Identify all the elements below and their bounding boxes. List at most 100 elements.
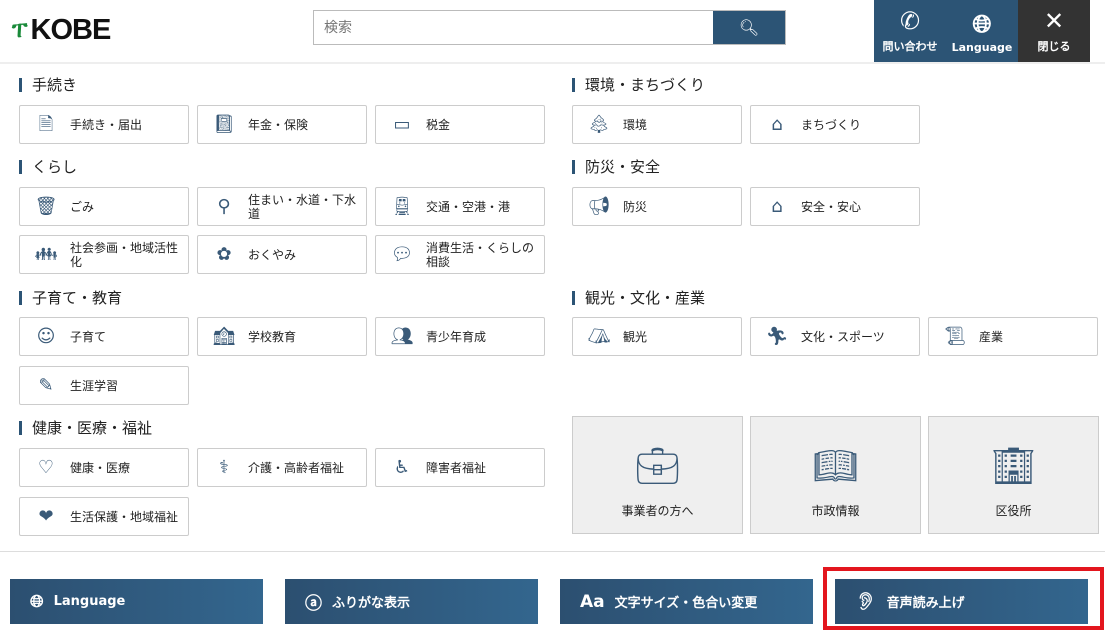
section-heading: 手続き	[19, 78, 77, 93]
category-button-train[interactable]: 🚆︎ 交通・空港・港	[375, 187, 545, 226]
phone-icon: ✆	[899, 7, 921, 35]
category-button-heartbeat[interactable]: ♡ 健康・医療	[19, 448, 189, 487]
category-label: 文化・スポーツ	[801, 329, 885, 344]
nav-label: 問い合わせ	[882, 40, 938, 53]
nav-button-close[interactable]: ✕ 閉じる	[1018, 0, 1090, 62]
category-button-wallet[interactable]: ▭ 税金	[375, 105, 545, 144]
category-button-hand-heart[interactable]: ❤︎ 生活保護・地域福祉	[19, 497, 189, 536]
nav-button-phone[interactable]: ✆ 問い合わせ	[874, 0, 946, 62]
notebook-icon: 📓︎	[212, 113, 236, 135]
faucet-icon: ⚲	[217, 195, 231, 217]
category-button-safe-house[interactable]: ⌂ 安全・安心	[750, 187, 920, 226]
globe-icon: 🌐︎	[972, 10, 992, 38]
category-label: 交通・空港・港	[426, 199, 511, 214]
section-heading: 環境・まちづくり	[572, 78, 705, 93]
bottom-button-globe[interactable]: 🌐︎ Language	[10, 579, 263, 624]
category-button-wheelchair[interactable]: ♿︎ 障害者福祉	[375, 448, 545, 487]
category-label: 介護・高齢者福祉	[248, 460, 345, 475]
elderly-icon: ⚕	[219, 456, 229, 478]
category-label: 年金・保険	[248, 117, 309, 132]
category-label: 生涯学習	[70, 378, 119, 393]
category-label: まちづくり	[801, 117, 862, 132]
category-button-scroll[interactable]: 📜︎ 産業	[928, 317, 1098, 356]
category-label: 消費生活・くらしの相談	[426, 240, 535, 269]
footer-divider	[0, 551, 1105, 552]
category-button-trash[interactable]: 🗑︎ ごみ	[19, 187, 189, 226]
category-label: ごみ	[70, 199, 95, 214]
category-label: 青少年育成	[426, 329, 487, 344]
category-button-study[interactable]: ✎ 生涯学習	[19, 366, 189, 405]
search-icon: 🔍︎	[738, 19, 760, 37]
search-input[interactable]	[314, 11, 713, 44]
category-button-school[interactable]: 🏫︎ 学校教育	[197, 317, 367, 356]
category-button-trees[interactable]: 🌲︎ 環境	[572, 105, 742, 144]
category-button-chat[interactable]: 💬︎ 消費生活・くらしの相談	[375, 235, 545, 274]
category-button-flower[interactable]: ✿ おくやみ	[197, 235, 367, 274]
category-label: おくやみ	[248, 247, 297, 262]
category-label: 観光	[623, 329, 648, 344]
tile-building[interactable]: 🏢︎ 区役所	[928, 416, 1099, 534]
category-label: 健康・医療	[70, 460, 131, 475]
category-label: 税金	[426, 117, 451, 132]
section-heading: 観光・文化・産業	[572, 291, 705, 306]
category-button-runner[interactable]: 🏃︎ 文化・スポーツ	[750, 317, 920, 356]
category-button-faucet[interactable]: ⚲ 住まい・水道・下水道	[197, 187, 367, 226]
category-label: 住まい・水道・下水道	[248, 192, 357, 221]
category-label: 生活保護・地域福祉	[70, 509, 179, 524]
book-icon: 📖︎	[812, 445, 859, 487]
text-size-icon: Aa	[580, 591, 605, 612]
bottom-button-furigana[interactable]: ⓐ ふりがな表示	[285, 579, 538, 624]
tile-book[interactable]: 📖︎ 市政情報	[750, 416, 921, 534]
category-button-baby[interactable]: ☺ 子育て	[19, 317, 189, 356]
close-icon: ✕	[1043, 7, 1065, 35]
category-button-tent[interactable]: ⛺︎ 観光	[572, 317, 742, 356]
train-icon: 🚆︎	[390, 195, 414, 217]
category-button-megaphone[interactable]: 📢︎ 防災	[572, 187, 742, 226]
briefcase-icon: 💼︎	[634, 445, 681, 487]
section-heading: 防災・安全	[572, 160, 660, 175]
section-heading: 健康・医療・福祉	[19, 421, 152, 436]
category-button-people[interactable]: 👪︎ 社会参画・地域活性化	[19, 235, 189, 274]
wallet-icon: ▭	[393, 113, 411, 135]
safe-house-icon: ⌂	[771, 195, 783, 217]
section-heading: くらし	[19, 160, 77, 175]
chat-icon: 💬︎	[390, 243, 414, 265]
category-button-youth[interactable]: 👥︎ 青少年育成	[375, 317, 545, 356]
document-icon: 🗎	[38, 113, 54, 135]
bottom-label: Language	[53, 594, 126, 609]
search-button[interactable]: 🔍︎	[713, 11, 785, 44]
bottom-button-text-size[interactable]: Aa 文字サイズ・色合い変更	[560, 579, 813, 624]
school-icon: 🏫︎	[212, 325, 236, 347]
tile-label: 区役所	[995, 503, 1032, 518]
category-button-elderly[interactable]: ⚕ 介護・高齢者福祉	[197, 448, 367, 487]
section-heading: 子育て・教育	[19, 291, 122, 306]
highlight-box	[823, 567, 1104, 630]
category-label: 安全・安心	[801, 199, 862, 214]
study-icon: ✎	[38, 374, 54, 396]
category-button-notebook[interactable]: 📓︎ 年金・保険	[197, 105, 367, 144]
building-icon: 🏢︎	[990, 445, 1037, 487]
trash-icon: 🗑︎	[34, 195, 58, 217]
bottom-label: ふりがな表示	[332, 596, 411, 611]
category-label: 産業	[979, 329, 1004, 344]
scroll-icon: 📜︎	[943, 325, 967, 347]
nav-button-globe[interactable]: 🌐︎ Language	[946, 0, 1018, 62]
search-bar: 🔍︎	[313, 10, 786, 45]
bottom-label: 文字サイズ・色合い変更	[614, 596, 758, 611]
category-button-document[interactable]: 🗎 手続き・届出	[19, 105, 189, 144]
category-label: 社会参画・地域活性化	[70, 240, 179, 269]
trees-icon: 🌲︎	[587, 113, 611, 135]
category-label: 防災	[623, 199, 648, 214]
people-icon: 👪︎	[34, 243, 58, 265]
logo-text: KOBE	[30, 14, 112, 46]
category-button-house[interactable]: ⌂ まちづくり	[750, 105, 920, 144]
kobe-emblem-icon: ፐ	[12, 18, 28, 43]
tile-briefcase[interactable]: 💼︎ 事業者の方へ	[572, 416, 743, 534]
tile-label: 市政情報	[811, 503, 860, 518]
nav-label: Language	[951, 41, 1013, 54]
nav-label: 閉じる	[1037, 40, 1071, 53]
runner-icon: 🏃︎	[765, 325, 789, 347]
hand-heart-icon: ❤︎	[38, 505, 54, 527]
kobe-logo[interactable]: ፐ KOBE	[12, 14, 112, 47]
flower-icon: ✿	[216, 243, 232, 265]
